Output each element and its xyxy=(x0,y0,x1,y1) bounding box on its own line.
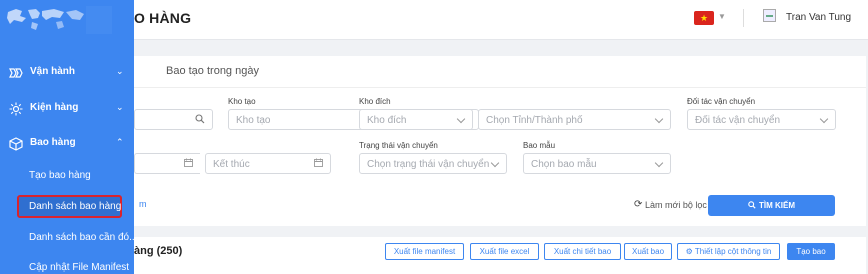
top-header: O HÀNG ★ ▼ Tran Van Tung xyxy=(134,0,868,40)
chevron-down-icon xyxy=(654,158,664,168)
reset-filter-label: Làm mới bộ lọc xyxy=(645,200,707,210)
search-input[interactable] xyxy=(134,109,213,130)
user-name[interactable]: Tran Van Tung xyxy=(786,12,851,23)
bao-mau-placeholder: Chọn bao mẫu xyxy=(531,159,597,170)
operations-icon xyxy=(9,68,23,78)
tinh-thanh-placeholder: Chọn Tỉnh/Thành phố xyxy=(486,115,583,126)
sidebar-item-label: Cập nhật File Manifest xyxy=(29,262,130,273)
kho-dich-select[interactable]: Kho đích xyxy=(359,109,473,130)
sidebar-item-danh-sach-bao-hang[interactable]: Danh sách bao hàng xyxy=(17,195,122,218)
chevron-up-icon: ⌃ xyxy=(116,137,124,147)
vietnam-flag-icon[interactable]: ★ xyxy=(694,11,714,25)
chevron-down-icon xyxy=(456,114,466,124)
results-toolbar: àng (250) Xuất file manifest Xuất file e… xyxy=(134,237,866,274)
logo[interactable] xyxy=(0,0,134,40)
results-count-title: àng (250) xyxy=(134,245,183,257)
kho-tao-label: Kho tạo xyxy=(228,97,256,106)
chevron-down-icon: ⌄ xyxy=(116,102,124,112)
sidebar-group-label: Bao hàng xyxy=(30,137,76,148)
start-date-input[interactable] xyxy=(134,153,200,174)
chevron-down-icon xyxy=(490,158,500,168)
advanced-filter-link[interactable]: m xyxy=(139,199,147,209)
column-settings-label: Thiết lập cột thông tin xyxy=(694,247,772,256)
chevron-down-icon: ⌄ xyxy=(116,66,124,76)
trang-thai-select[interactable]: Chọn trạng thái vận chuyển xyxy=(359,153,507,174)
sidebar: Vận hành ⌄ Kiện hàng ⌄ Bao hàng ⌃ Tạo ba… xyxy=(0,0,134,274)
filter-panel: Kho tạo Kho tạo Kho đích Kho đích Chọn T… xyxy=(134,88,866,226)
kho-tao-placeholder: Kho tạo xyxy=(236,115,271,126)
bao-mau-select[interactable]: Chọn bao mẫu xyxy=(523,153,671,174)
sidebar-item-cap-nhat-file-manifest[interactable]: Cập nhật File Manifest xyxy=(0,256,134,274)
export-excel-button[interactable]: Xuất file excel xyxy=(470,243,539,260)
export-manifest-button[interactable]: Xuất file manifest xyxy=(385,243,464,260)
sidebar-group-label: Kiện hàng xyxy=(30,102,79,113)
kho-dich-label: Kho đích xyxy=(359,97,391,106)
chevron-down-icon xyxy=(654,114,664,124)
page-title: O HÀNG xyxy=(134,10,192,26)
column-settings-button[interactable]: ⚙ Thiết lập cột thông tin xyxy=(677,243,780,260)
trang-thai-placeholder: Chọn trạng thái vận chuyển xyxy=(367,159,490,170)
sidebar-item-tao-bao-hang[interactable]: Tạo bao hàng xyxy=(0,164,134,188)
sidebar-item-label: Tạo bao hàng xyxy=(29,170,91,181)
sidebar-group-label: Vận hành xyxy=(30,66,76,77)
search-icon xyxy=(748,201,756,209)
doi-tac-select[interactable]: Đối tác vận chuyển xyxy=(687,109,836,130)
sidebar-group-van-hanh[interactable]: Vận hành ⌄ xyxy=(0,58,134,88)
package-icon xyxy=(9,102,23,116)
trang-thai-label: Trạng thái vận chuyển xyxy=(359,141,438,150)
box-icon xyxy=(9,137,23,151)
sidebar-item-label: Danh sách bao hàng xyxy=(29,201,122,212)
calendar-icon xyxy=(314,158,323,170)
doi-tac-label: Đối tác vận chuyển xyxy=(687,97,756,106)
header-divider xyxy=(743,9,744,27)
sidebar-group-bao-hang[interactable]: Bao hàng ⌃ xyxy=(0,129,134,159)
bao-mau-label: Bao mẫu xyxy=(523,141,556,150)
sidebar-item-danh-sach-bao-can-do[interactable]: Danh sách bao cần đó... xyxy=(0,226,134,250)
search-button[interactable]: TÌM KIẾM xyxy=(708,195,835,216)
export-detail-button[interactable]: Xuất chi tiết bao xyxy=(544,243,621,260)
refresh-icon: ⟳ xyxy=(634,199,643,210)
end-date-input[interactable]: Kết thúc xyxy=(205,153,331,174)
gear-icon: ⚙ xyxy=(685,247,695,256)
sidebar-item-label: Danh sách bao cần đó... xyxy=(29,232,134,243)
export-bao-button[interactable]: Xuất bao xyxy=(624,243,672,260)
doi-tac-placeholder: Đối tác vận chuyển xyxy=(695,115,781,126)
language-caret-icon[interactable]: ▼ xyxy=(718,12,726,21)
calendar-icon xyxy=(184,158,193,170)
create-bao-button[interactable]: Tạo bao xyxy=(787,243,835,260)
search-button-label: TÌM KIẾM xyxy=(759,201,795,210)
tab-bar: Bao tạo trong ngày xyxy=(134,56,866,88)
kho-dich-placeholder: Kho đích xyxy=(367,115,407,126)
tinh-thanh-select[interactable]: Chọn Tỉnh/Thành phố xyxy=(478,109,671,130)
world-map-logo-icon xyxy=(2,6,112,34)
search-icon xyxy=(195,114,205,127)
chevron-down-icon xyxy=(819,114,829,124)
sidebar-group-kien-hang[interactable]: Kiện hàng ⌄ xyxy=(0,94,134,124)
ket-thuc-placeholder: Kết thúc xyxy=(213,159,250,170)
avatar[interactable] xyxy=(763,9,776,22)
tab-today[interactable]: Bao tạo trong ngày xyxy=(166,65,259,77)
